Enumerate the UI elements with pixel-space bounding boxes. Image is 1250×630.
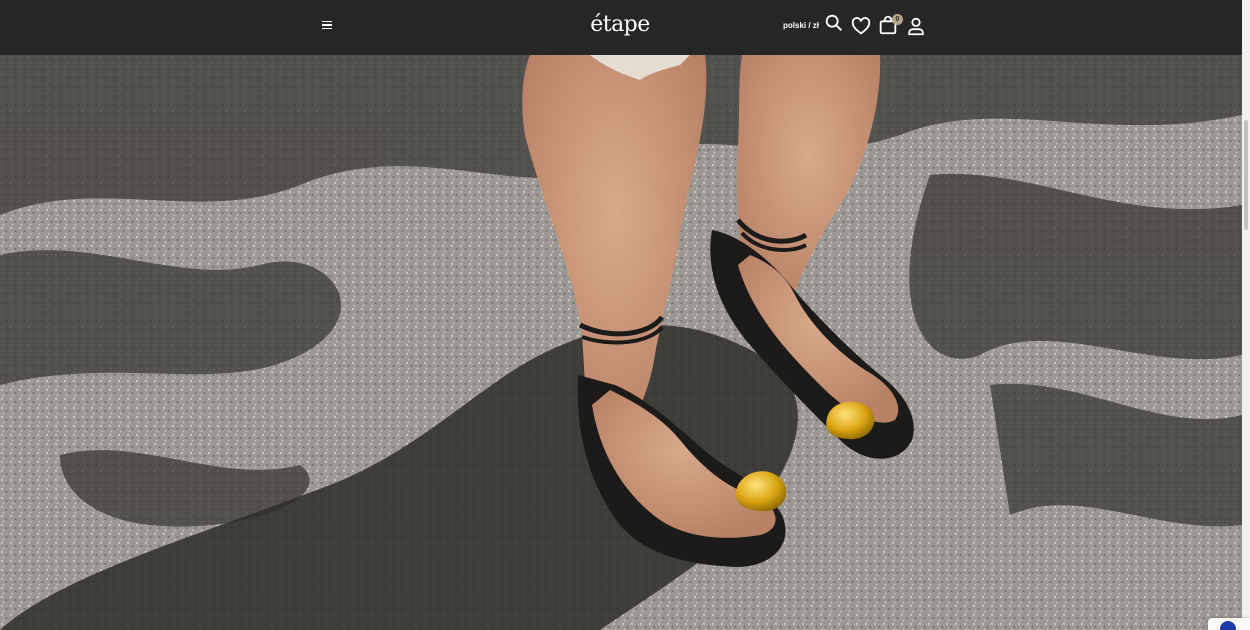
account-button[interactable] <box>905 15 927 37</box>
menu-button[interactable] <box>318 16 336 34</box>
hero-banner[interactable] <box>0 55 1242 630</box>
cart-count-badge: 0 <box>892 14 903 25</box>
search-button[interactable] <box>823 12 845 34</box>
recaptcha-icon <box>1220 621 1236 630</box>
site-header: étape polski / zł 0 <box>0 0 1242 55</box>
hamburger-line <box>322 27 332 30</box>
hamburger-line <box>322 24 332 26</box>
scrollbar-thumb[interactable] <box>1244 120 1248 230</box>
hamburger-menu-icon <box>322 20 332 23</box>
user-icon <box>908 17 924 36</box>
wishlist-button[interactable] <box>850 15 872 37</box>
site-logo[interactable]: étape <box>570 12 670 37</box>
page-scrollbar[interactable] <box>1242 0 1250 630</box>
recaptcha-badge[interactable] <box>1208 618 1250 630</box>
search-icon <box>825 14 842 31</box>
heart-icon <box>851 17 871 35</box>
hero-image <box>0 55 1242 630</box>
language-currency-selector[interactable]: polski / zł <box>783 21 819 30</box>
